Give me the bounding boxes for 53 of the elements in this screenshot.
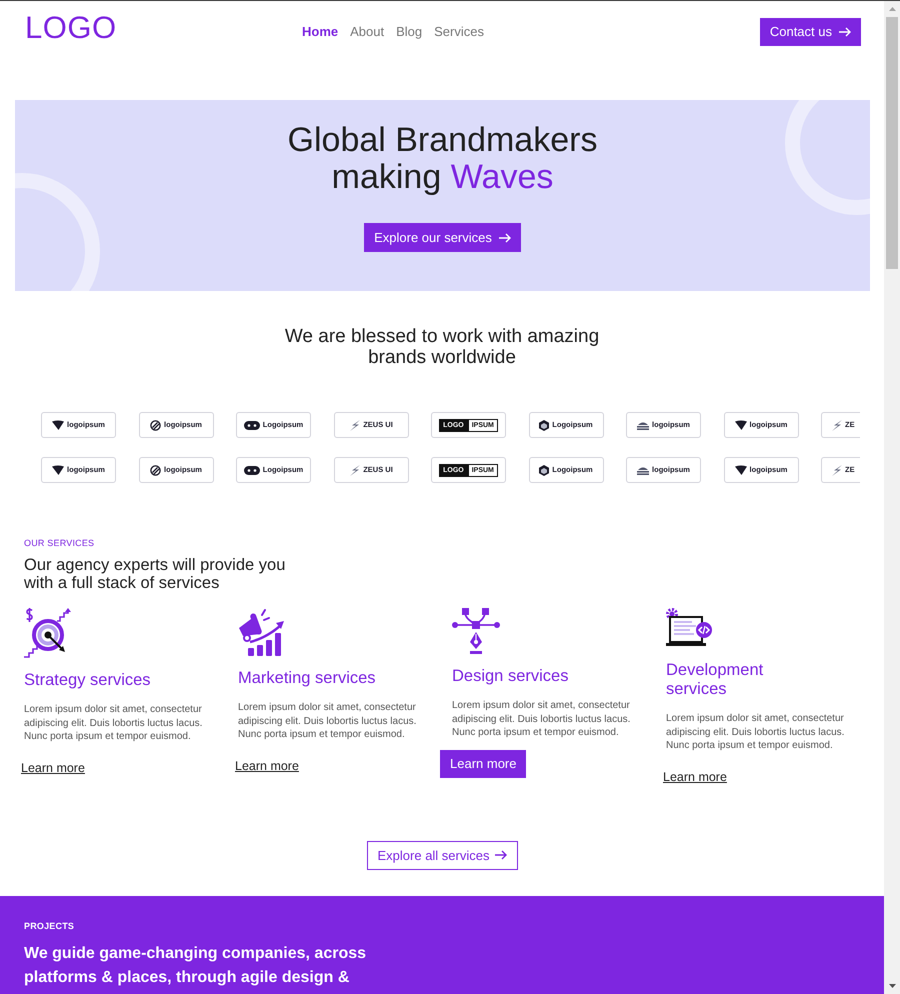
service-title: Development services — [666, 661, 764, 699]
capsule-icon — [244, 466, 260, 474]
lightning-icon — [349, 420, 360, 430]
section-title: We are blessed to work with amazing brands worldwide — [284, 326, 600, 368]
learn-more-link[interactable]: Learn more — [235, 758, 299, 774]
learn-more-button[interactable]: Learn more — [440, 750, 526, 778]
pen-tool-icon — [452, 608, 500, 654]
layers-icon — [637, 466, 650, 474]
shield-icon — [734, 420, 747, 430]
nav-link[interactable]: About — [350, 23, 384, 41]
service-title: Marketing services — [238, 669, 377, 688]
arrow-right-icon — [494, 850, 506, 860]
scrollbar-track[interactable] — [884, 1, 900, 994]
megaphone-chart-icon — [238, 608, 286, 656]
explore-all-button[interactable]: Explore all services — [366, 840, 518, 870]
section-title: Our agency experts will provide you with a full stack of services — [24, 556, 286, 592]
learn-more-link[interactable]: Learn more — [663, 768, 727, 784]
nav-link[interactable]: Blog — [396, 23, 422, 41]
service-description: Lorem ipsum dolor sit amet, consectetur adipiscing elit. Duis lobortis luctus lacus. Nunc porta ipsum et tempor euismod. — [24, 703, 204, 744]
scroll-down-icon[interactable] — [888, 984, 896, 988]
hero-title: Global Brandmakers making Waves — [286, 122, 598, 196]
explore-services-button[interactable]: Explore our services — [364, 223, 521, 252]
hexagon-icon — [539, 420, 550, 430]
shield-icon — [52, 465, 64, 475]
arrow-right-icon — [498, 232, 511, 242]
scrollbar-thumb[interactable] — [886, 17, 898, 269]
hexagon-icon — [539, 464, 550, 476]
service-title: Design services — [452, 667, 570, 686]
nav-link[interactable]: Home — [302, 23, 338, 41]
arrow-right-icon — [839, 27, 851, 37]
nav-link[interactable]: Services — [434, 23, 484, 41]
capsule-icon — [244, 420, 260, 430]
striped-circle-icon — [150, 464, 162, 476]
service-description: Lorem ipsum dolor sit amet, consectetur adipiscing elit. Duis lobortis luctus lacus. Nunc porta ipsum et tempor euismod. — [452, 699, 632, 740]
lightning-icon — [831, 420, 842, 430]
striped-circle-icon — [150, 420, 162, 430]
section-label: OUR SERVICES — [24, 538, 96, 549]
target-icon — [24, 608, 72, 658]
service-title: Strategy services — [24, 671, 152, 690]
laptop-code-icon — [666, 608, 714, 648]
layers-icon — [637, 420, 650, 430]
projects-title: We guide game-changing companies, across platforms & places, through agile design & — [24, 944, 368, 988]
logo-wordmark[interactable]: LOGO — [25, 12, 117, 43]
shield-icon — [734, 465, 747, 475]
scroll-up-icon[interactable] — [888, 7, 896, 11]
shield-icon — [52, 420, 64, 430]
contact-button[interactable]: Contact us — [760, 18, 861, 46]
lightning-icon — [831, 464, 842, 476]
section-label: PROJECTS — [24, 920, 76, 932]
service-description: Lorem ipsum dolor sit amet, consectetur adipiscing elit. Duis lobortis luctus lacus. Nunc porta ipsum et tempor euismod. — [666, 712, 846, 752]
service-description: Lorem ipsum dolor sit amet, consectetur adipiscing elit. Duis lobortis luctus lacus. Nunc porta ipsum et tempor euismod. — [238, 701, 418, 742]
lightning-icon — [349, 464, 360, 476]
learn-more-link[interactable]: Learn more — [21, 760, 85, 776]
